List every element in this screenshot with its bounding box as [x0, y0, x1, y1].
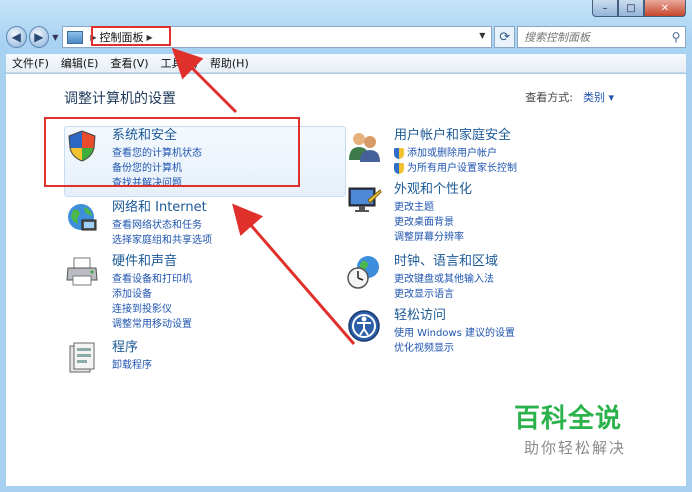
category-text: 硬件和声音 查看设备和打印机 添加设备 连接到投影仪 调整常用移动设置	[112, 254, 192, 332]
link-parental-controls[interactable]: 为所有用户设置家长控制	[394, 161, 517, 176]
refresh-button[interactable]: ⟳	[494, 26, 515, 48]
category-programs[interactable]: 程序 卸载程序	[64, 340, 152, 376]
category-title[interactable]: 用户帐户和家庭安全	[394, 128, 517, 144]
link-devices-printers[interactable]: 查看设备和打印机	[112, 272, 192, 287]
menu-bar: 文件(F) 编辑(E) 查看(V) 工具(T) 帮助(H)	[6, 54, 686, 73]
view-by: 查看方式: 类别 ▾	[525, 89, 614, 105]
watermark-subtitle: 助你轻松解决	[524, 439, 627, 457]
link-optimize-display[interactable]: 优化视频显示	[394, 341, 515, 356]
menu-tools[interactable]: 工具(T)	[161, 55, 198, 71]
link-recommended-settings[interactable]: 使用 Windows 建议的设置	[394, 326, 515, 341]
search-icon[interactable]: ⚲	[667, 30, 685, 44]
uac-shield-icon	[394, 148, 404, 159]
category-text: 时钟、语言和区域 更改键盘或其他输入法 更改显示语言	[394, 254, 498, 302]
menu-edit[interactable]: 编辑(E)	[61, 55, 99, 71]
back-arrow-icon: ◀	[11, 30, 21, 44]
annotation-highlight-address	[91, 26, 171, 46]
refresh-icon: ⟳	[499, 29, 511, 45]
category-hardware-sound[interactable]: 硬件和声音 查看设备和打印机 添加设备 连接到投影仪 调整常用移动设置	[64, 254, 192, 332]
network-icon	[68, 204, 97, 231]
forward-button[interactable]: ▶	[28, 26, 50, 48]
printer-icon	[66, 257, 98, 286]
link-desktop-background[interactable]: 更改桌面背景	[394, 215, 472, 230]
monitor-icon	[348, 187, 382, 212]
control-panel-icon	[67, 30, 84, 44]
programs-icon	[69, 342, 95, 373]
recent-pages-dropdown[interactable]: ▼	[52, 33, 58, 42]
category-title[interactable]: 时钟、语言和区域	[394, 254, 498, 270]
category-title[interactable]: 外观和个性化	[394, 182, 472, 198]
uac-shield-icon	[394, 163, 404, 174]
forward-arrow-icon: ▶	[34, 30, 44, 44]
link-change-theme[interactable]: 更改主题	[394, 200, 472, 215]
maximize-button[interactable]: □	[618, 0, 644, 17]
menu-view[interactable]: 查看(V)	[110, 55, 148, 71]
category-title[interactable]: 硬件和声音	[112, 254, 192, 270]
link-keyboard-input[interactable]: 更改键盘或其他输入法	[394, 272, 498, 287]
link-display-language[interactable]: 更改显示语言	[394, 287, 498, 302]
back-button[interactable]: ◀	[6, 26, 27, 48]
category-title[interactable]: 轻松访问	[394, 308, 515, 324]
view-by-dropdown[interactable]: 类别 ▾	[583, 89, 614, 105]
category-text: 外观和个性化 更改主题 更改桌面背景 调整屏幕分辨率	[394, 182, 472, 245]
link-homegroup-sharing[interactable]: 选择家庭组和共享选项	[112, 233, 212, 248]
search-input[interactable]	[523, 30, 667, 44]
users-icon	[349, 133, 380, 162]
annotation-highlight-category	[44, 117, 300, 187]
link-add-remove-accounts[interactable]: 添加或删除用户帐户	[394, 146, 517, 161]
watermark-title: 百科全说	[514, 404, 623, 434]
menu-help[interactable]: 帮助(H)	[210, 55, 249, 71]
category-clock-language-region[interactable]: 时钟、语言和区域 更改键盘或其他输入法 更改显示语言	[346, 254, 498, 302]
category-network-internet[interactable]: 网络和 Internet 查看网络状态和任务 选择家庭组和共享选项	[64, 200, 212, 248]
category-ease-of-access[interactable]: 轻松访问 使用 Windows 建议的设置 优化视频显示	[346, 308, 515, 356]
search-box[interactable]: ⚲	[516, 26, 686, 48]
ease-of-access-icon	[348, 310, 380, 342]
clock-globe-icon	[347, 256, 379, 289]
address-dropdown-icon[interactable]: ▼	[479, 31, 485, 40]
category-text: 用户帐户和家庭安全 添加或删除用户帐户 为所有用户设置家长控制	[394, 128, 517, 176]
caption-controls: – □ ✕	[592, 0, 686, 17]
category-title[interactable]: 程序	[112, 340, 152, 356]
link-connect-projector[interactable]: 连接到投影仪	[112, 302, 192, 317]
category-text: 程序 卸载程序	[112, 340, 152, 376]
link-text: 添加或删除用户帐户	[407, 148, 497, 159]
close-button[interactable]: ✕	[644, 0, 686, 17]
link-text: 为所有用户设置家长控制	[407, 163, 517, 174]
link-add-device[interactable]: 添加设备	[112, 287, 192, 302]
link-mobility-settings[interactable]: 调整常用移动设置	[112, 317, 192, 332]
menu-file[interactable]: 文件(F)	[12, 55, 49, 71]
category-user-accounts[interactable]: 用户帐户和家庭安全 添加或删除用户帐户 为所有用户设置家长控制	[346, 128, 517, 176]
view-by-label: 查看方式:	[525, 91, 573, 104]
link-screen-resolution[interactable]: 调整屏幕分辨率	[394, 230, 472, 245]
category-text: 轻松访问 使用 Windows 建议的设置 优化视频显示	[394, 308, 515, 356]
page-title: 调整计算机的设置	[64, 91, 176, 107]
category-title[interactable]: 网络和 Internet	[112, 200, 212, 216]
category-text: 网络和 Internet 查看网络状态和任务 选择家庭组和共享选项	[112, 200, 212, 248]
minimize-button[interactable]: –	[592, 0, 618, 17]
link-network-status[interactable]: 查看网络状态和任务	[112, 218, 212, 233]
control-panel-window: – □ ✕ ◀ ▶ ▼ ▶ 控制面板 ▶ ▼ ⟳ ⚲ 文件(F) 编辑(E) 查…	[0, 0, 692, 492]
link-uninstall-program[interactable]: 卸载程序	[112, 358, 152, 373]
category-appearance[interactable]: 外观和个性化 更改主题 更改桌面背景 调整屏幕分辨率	[346, 182, 472, 245]
